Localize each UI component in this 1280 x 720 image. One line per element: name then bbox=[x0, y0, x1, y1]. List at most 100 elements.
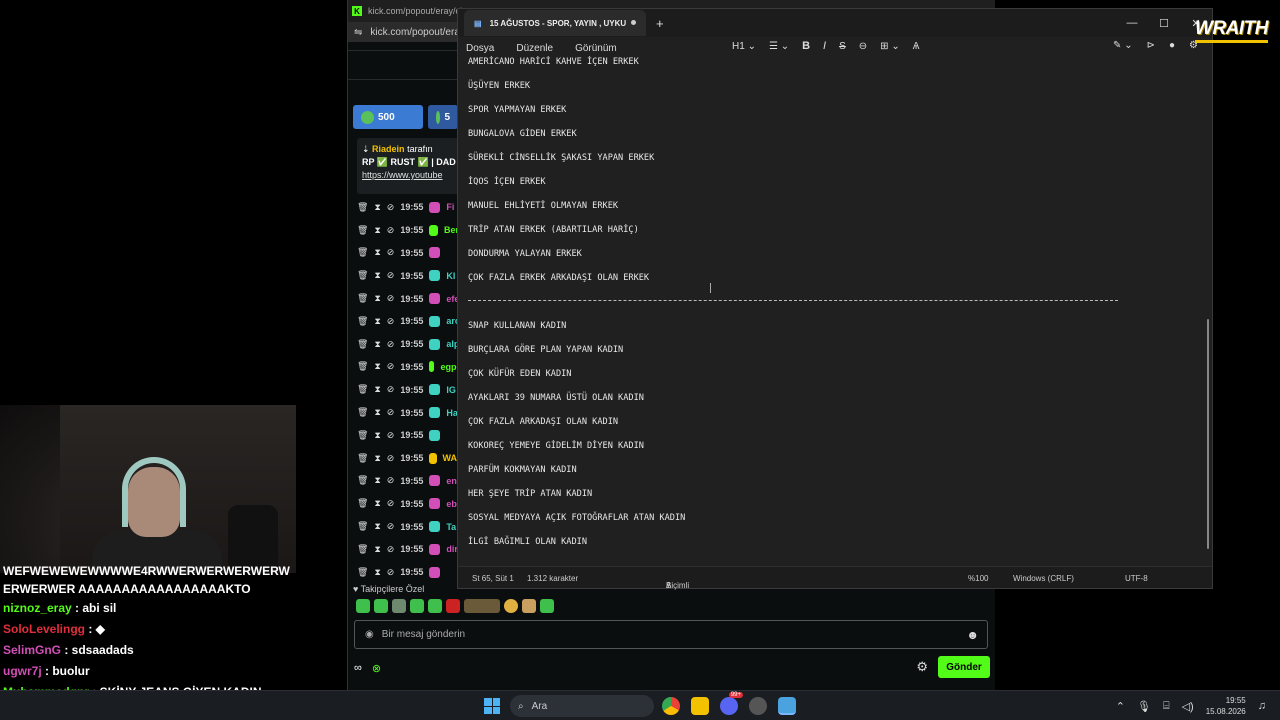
volume-icon[interactable]: ◁) bbox=[1182, 700, 1194, 713]
ban-icon[interactable]: ⊘ bbox=[387, 430, 395, 441]
ban-icon[interactable]: ⊘ bbox=[387, 498, 395, 509]
emote[interactable] bbox=[504, 599, 518, 613]
ban-icon[interactable]: ⊘ bbox=[387, 544, 395, 555]
ban-icon[interactable]: ⊘ bbox=[387, 339, 395, 350]
hourglass-icon[interactable]: ⧗ bbox=[374, 453, 380, 464]
trash-icon[interactable]: 🗑 bbox=[357, 270, 368, 281]
chat-username[interactable]: Fi bbox=[446, 202, 454, 212]
points-chip[interactable]: 500 bbox=[353, 105, 423, 129]
emote[interactable] bbox=[374, 599, 388, 613]
new-tab-button[interactable]: + bbox=[656, 16, 664, 31]
table-dropdown-icon[interactable]: ⊞ ⌄ bbox=[880, 41, 900, 52]
trash-icon[interactable]: 🗑 bbox=[357, 202, 368, 213]
notepad-tab[interactable]: ▤ 15 AĞUSTOS - SPOR, YAYIN , UYKU bbox=[464, 10, 646, 36]
taskbar-search[interactable]: ⌕ Ara bbox=[510, 695, 654, 717]
emote[interactable] bbox=[410, 599, 424, 613]
ban-icon[interactable]: ⊘ bbox=[387, 225, 395, 236]
hourglass-icon[interactable]: ⧗ bbox=[374, 225, 380, 236]
ban-icon[interactable]: ⊘ bbox=[387, 521, 395, 532]
menu-dosya[interactable]: Dosya bbox=[466, 43, 494, 54]
ban-icon[interactable]: ⊘ bbox=[387, 361, 395, 372]
trash-icon[interactable]: 🗑 bbox=[357, 521, 368, 532]
trash-icon[interactable]: 🗑 bbox=[357, 316, 368, 327]
trash-icon[interactable]: 🗑 bbox=[357, 293, 368, 304]
chat-username[interactable]: eb bbox=[446, 499, 457, 509]
chat-username[interactable]: Kl bbox=[446, 271, 455, 281]
discord-icon[interactable]: 99+ bbox=[720, 692, 743, 715]
hourglass-icon[interactable]: ⧗ bbox=[374, 202, 380, 213]
ban-icon[interactable]: ⊘ bbox=[387, 567, 395, 578]
menu-gorunum[interactable]: Görünüm bbox=[575, 43, 617, 54]
hourglass-icon[interactable]: ⧗ bbox=[374, 293, 380, 304]
ban-icon[interactable]: ⊘ bbox=[387, 293, 395, 304]
send-button[interactable]: Gönder bbox=[938, 656, 990, 678]
emote[interactable] bbox=[522, 599, 536, 613]
editor-area[interactable]: AMERİCANO HARİCİ KAHVE İÇEN ERKEK ÜŞÜYEN … bbox=[468, 57, 1198, 567]
microphone-icon[interactable]: 🎙 bbox=[1137, 700, 1151, 713]
ban-icon[interactable]: ⊘ bbox=[387, 384, 395, 395]
trash-icon[interactable]: 🗑 bbox=[357, 384, 368, 395]
editor-scrollbar[interactable] bbox=[1207, 319, 1209, 549]
emote[interactable] bbox=[428, 599, 442, 613]
strikethrough-icon[interactable]: S bbox=[839, 41, 846, 52]
clear-format-icon[interactable]: Ѧ bbox=[913, 41, 920, 52]
trash-icon[interactable]: 🗑 bbox=[357, 567, 368, 578]
hourglass-icon[interactable]: ⧗ bbox=[374, 270, 380, 281]
trash-icon[interactable]: 🗑 bbox=[357, 544, 368, 555]
emote[interactable] bbox=[540, 599, 554, 613]
points-chip-2[interactable]: 5 bbox=[428, 105, 458, 129]
windows-start-icon[interactable] bbox=[484, 698, 500, 714]
bold-icon[interactable]: B bbox=[802, 40, 810, 52]
copilot-icon[interactable]: ✎ ⌄ bbox=[1113, 40, 1133, 51]
menu-duzenle[interactable]: Düzenle bbox=[516, 43, 553, 54]
hourglass-icon[interactable]: ⧗ bbox=[374, 498, 380, 509]
ban-icon[interactable]: ⊘ bbox=[387, 453, 395, 464]
chat-username[interactable]: IG bbox=[446, 385, 456, 395]
chrome-icon[interactable] bbox=[662, 697, 680, 715]
emote-toggle-icon[interactable]: ◉ bbox=[365, 629, 374, 640]
heading-dropdown[interactable]: H1 ⌄ bbox=[732, 41, 756, 52]
trash-icon[interactable]: 🗑 bbox=[357, 225, 368, 236]
hourglass-icon[interactable]: ⧗ bbox=[374, 544, 380, 555]
trash-icon[interactable]: 🗑 bbox=[357, 247, 368, 258]
message-input[interactable]: ◉ Bir mesaj gönderin ☻ bbox=[354, 620, 988, 649]
trash-icon[interactable]: 🗑 bbox=[357, 475, 368, 486]
steam-icon[interactable] bbox=[749, 697, 767, 715]
trash-icon[interactable]: 🗑 bbox=[357, 339, 368, 350]
emote[interactable] bbox=[356, 599, 370, 613]
hourglass-icon[interactable]: ⧗ bbox=[374, 407, 380, 418]
link-icon[interactable]: ∞ bbox=[354, 662, 362, 674]
emoji-icon[interactable]: ☻ bbox=[966, 628, 979, 642]
trash-icon[interactable]: 🗑 bbox=[357, 361, 368, 372]
list-dropdown-icon[interactable]: ☰ ⌄ bbox=[769, 41, 789, 52]
ban-icon[interactable]: ⊘ bbox=[387, 475, 395, 486]
chat-username[interactable]: Ta bbox=[446, 522, 456, 532]
link-icon[interactable]: ⊖ bbox=[859, 41, 867, 52]
clock[interactable]: 19:55 15.08.2026 bbox=[1206, 695, 1246, 717]
ban-icon[interactable]: ⊘ bbox=[387, 202, 395, 213]
minimize-button[interactable]: — bbox=[1116, 9, 1148, 37]
notification-bell-icon[interactable]: ♫ bbox=[1258, 700, 1266, 712]
hourglass-icon[interactable]: ⧗ bbox=[374, 247, 380, 258]
ban-icon[interactable]: ⊘ bbox=[387, 270, 395, 281]
ban-icon[interactable]: ⊘ bbox=[387, 316, 395, 327]
emote[interactable] bbox=[446, 599, 460, 613]
account-icon[interactable]: ● bbox=[1169, 40, 1175, 51]
hourglass-icon[interactable]: ⧗ bbox=[374, 430, 380, 441]
hourglass-icon[interactable]: ⧗ bbox=[374, 521, 380, 532]
trash-icon[interactable]: 🗑 bbox=[357, 430, 368, 441]
ban-icon[interactable]: ⊘ bbox=[387, 407, 395, 418]
hourglass-icon[interactable]: ⧗ bbox=[374, 567, 380, 578]
hourglass-icon[interactable]: ⧗ bbox=[374, 384, 380, 395]
site-settings-icon[interactable]: ⇋ bbox=[354, 27, 362, 38]
pinned-link[interactable]: https://www.youtube bbox=[362, 169, 462, 182]
emote[interactable] bbox=[392, 599, 406, 613]
trash-icon[interactable]: 🗑 bbox=[357, 453, 368, 464]
ban-icon[interactable]: ⊘ bbox=[387, 247, 395, 258]
notepad-taskbar-icon[interactable] bbox=[778, 697, 796, 715]
network-icon[interactable]: ⌸ bbox=[1163, 700, 1170, 713]
hourglass-icon[interactable]: ⧗ bbox=[374, 339, 380, 350]
maximize-button[interactable]: ☐ bbox=[1148, 9, 1180, 37]
hourglass-icon[interactable]: ⧗ bbox=[374, 361, 380, 372]
italic-icon[interactable]: I bbox=[823, 40, 826, 52]
